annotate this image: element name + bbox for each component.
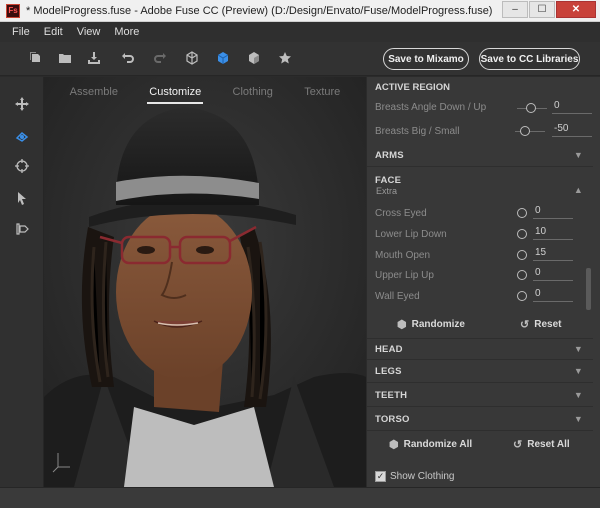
panel-scrollbar[interactable] xyxy=(586,268,591,310)
chevron-down-icon: ▼ xyxy=(573,414,583,424)
breasts-size-label: Breasts Big / Small xyxy=(375,126,460,137)
wireframe-cube-icon[interactable] xyxy=(184,51,200,67)
character-model[interactable] xyxy=(44,77,366,487)
mouth-open-slider-handle[interactable] xyxy=(517,250,527,260)
face-reset-button[interactable]: ↺ Reset xyxy=(520,315,561,333)
wall-eyed-value[interactable]: 0 xyxy=(533,288,573,302)
status-bar xyxy=(0,487,600,508)
dice-icon: ⬢ xyxy=(397,318,407,331)
section-head-label: HEAD xyxy=(375,343,403,355)
3d-viewport[interactable]: Assemble Customize Clothing Texture xyxy=(44,77,366,487)
menu-more[interactable]: More xyxy=(114,26,139,38)
wall-eyed-label: Wall Eyed xyxy=(375,291,420,302)
title-bar: Fs * ModelProgress.fuse - Adobe Fuse CC … xyxy=(0,0,600,22)
tab-customize[interactable]: Customize xyxy=(147,82,204,104)
chevron-down-icon: ▼ xyxy=(573,366,583,376)
menu-edit[interactable]: Edit xyxy=(44,26,63,38)
section-torso[interactable]: TORSO ▼ xyxy=(367,409,593,431)
export-icon[interactable] xyxy=(14,222,30,238)
randomize-all-button[interactable]: ⬢ Randomize All xyxy=(389,435,472,453)
toolbar: Save to Mixamo Save to CC Libraries xyxy=(0,42,600,76)
save-to-cc-libraries-button[interactable]: Save to CC Libraries xyxy=(479,48,580,70)
breasts-angle-label: Breasts Angle Down / Up xyxy=(375,102,487,113)
open-folder-icon[interactable] xyxy=(57,51,73,67)
breasts-size-slider-handle[interactable] xyxy=(520,126,530,136)
menu-view[interactable]: View xyxy=(77,26,101,38)
breasts-size-value[interactable]: -50 xyxy=(552,123,592,137)
breasts-angle-slider-handle[interactable] xyxy=(526,103,536,113)
move-icon[interactable] xyxy=(14,97,30,113)
solid-cube-icon[interactable] xyxy=(215,51,231,67)
tab-clothing[interactable]: Clothing xyxy=(231,82,275,102)
cursor-icon[interactable] xyxy=(14,191,30,207)
randomize-all-label: Randomize All xyxy=(403,438,473,450)
cross-eyed-slider-handle[interactable] xyxy=(517,208,527,218)
face-reset-label: Reset xyxy=(534,318,562,330)
section-legs[interactable]: LEGS ▼ xyxy=(367,361,593,383)
section-arms[interactable]: ARMS ▼ xyxy=(367,145,593,167)
upper-lip-up-slider-handle[interactable] xyxy=(517,270,527,280)
show-clothing-label: Show Clothing xyxy=(390,471,455,482)
mode-tabs: Assemble Customize Clothing Texture xyxy=(44,77,366,107)
reset-all-button[interactable]: ↺ Reset All xyxy=(513,435,570,453)
menu-file[interactable]: File xyxy=(12,26,30,38)
mouth-open-label: Mouth Open xyxy=(375,250,431,261)
star-icon[interactable] xyxy=(277,51,293,67)
section-torso-label: TORSO xyxy=(375,414,410,425)
section-face-label: FACE xyxy=(375,174,402,186)
section-face[interactable]: FACE ▲ xyxy=(367,169,593,196)
close-button[interactable]: ✕ xyxy=(556,1,596,18)
window-controls: – ☐ ✕ xyxy=(502,1,596,18)
menu-bar: File Edit View More xyxy=(0,22,600,42)
left-toolbar xyxy=(0,77,44,487)
fuse-app-icon: Fs xyxy=(6,3,20,18)
section-legs-label: LEGS xyxy=(375,366,402,377)
section-teeth-label: TEETH xyxy=(375,390,408,401)
lower-lip-down-value[interactable]: 10 xyxy=(533,226,573,240)
reset-all-label: Reset All xyxy=(527,438,570,450)
reset-icon: ↺ xyxy=(513,438,523,451)
customize-panel: ACTIVE REGION Breasts Angle Down / Up 0 … xyxy=(367,77,600,487)
cross-eyed-value[interactable]: 0 xyxy=(533,205,573,219)
chevron-down-icon: ▼ xyxy=(573,390,583,400)
tab-assemble[interactable]: Assemble xyxy=(68,82,120,102)
window-title: * ModelProgress.fuse - Adobe Fuse CC (Pr… xyxy=(26,4,493,17)
new-file-icon[interactable] xyxy=(28,51,44,67)
section-head[interactable]: HEAD ▼ xyxy=(367,338,593,360)
import-icon[interactable] xyxy=(86,51,102,67)
face-randomize-button[interactable]: ⬢ Randomize xyxy=(397,315,465,333)
maximize-button[interactable]: ☐ xyxy=(529,1,555,18)
dice-icon: ⬢ xyxy=(389,438,399,451)
save-to-mixamo-button[interactable]: Save to Mixamo xyxy=(383,48,469,70)
undo-icon[interactable] xyxy=(120,51,136,67)
shaded-cube-icon[interactable] xyxy=(246,51,262,67)
axis-gizmo-icon xyxy=(52,451,72,475)
section-arms-label: ARMS xyxy=(375,150,404,161)
mouth-open-value[interactable]: 15 xyxy=(533,247,573,261)
lower-lip-down-label: Lower Lip Down xyxy=(375,229,447,240)
minimize-button[interactable]: – xyxy=(502,1,528,18)
redo-icon[interactable] xyxy=(152,51,168,67)
lower-lip-down-slider-handle[interactable] xyxy=(517,229,527,239)
target-icon[interactable] xyxy=(14,159,30,175)
active-region-title: ACTIVE REGION xyxy=(375,82,450,93)
upper-lip-up-label: Upper Lip Up xyxy=(375,270,434,281)
chevron-down-icon: ▼ xyxy=(573,150,583,160)
chevron-down-icon: ▼ xyxy=(573,344,583,354)
reset-icon: ↺ xyxy=(520,318,530,331)
wall-eyed-slider-handle[interactable] xyxy=(517,291,527,301)
customize-body-icon[interactable] xyxy=(14,129,30,145)
tab-texture[interactable]: Texture xyxy=(302,82,342,102)
breasts-angle-value[interactable]: 0 xyxy=(552,100,592,114)
upper-lip-up-value[interactable]: 0 xyxy=(533,267,573,281)
face-randomize-label: Randomize xyxy=(411,318,465,330)
show-clothing-checkbox[interactable]: ✓ xyxy=(375,471,386,482)
cross-eyed-label: Cross Eyed xyxy=(375,208,427,219)
chevron-up-icon: ▲ xyxy=(573,185,583,195)
section-teeth[interactable]: TEETH ▼ xyxy=(367,385,593,407)
face-extra-label: Extra xyxy=(376,186,398,196)
